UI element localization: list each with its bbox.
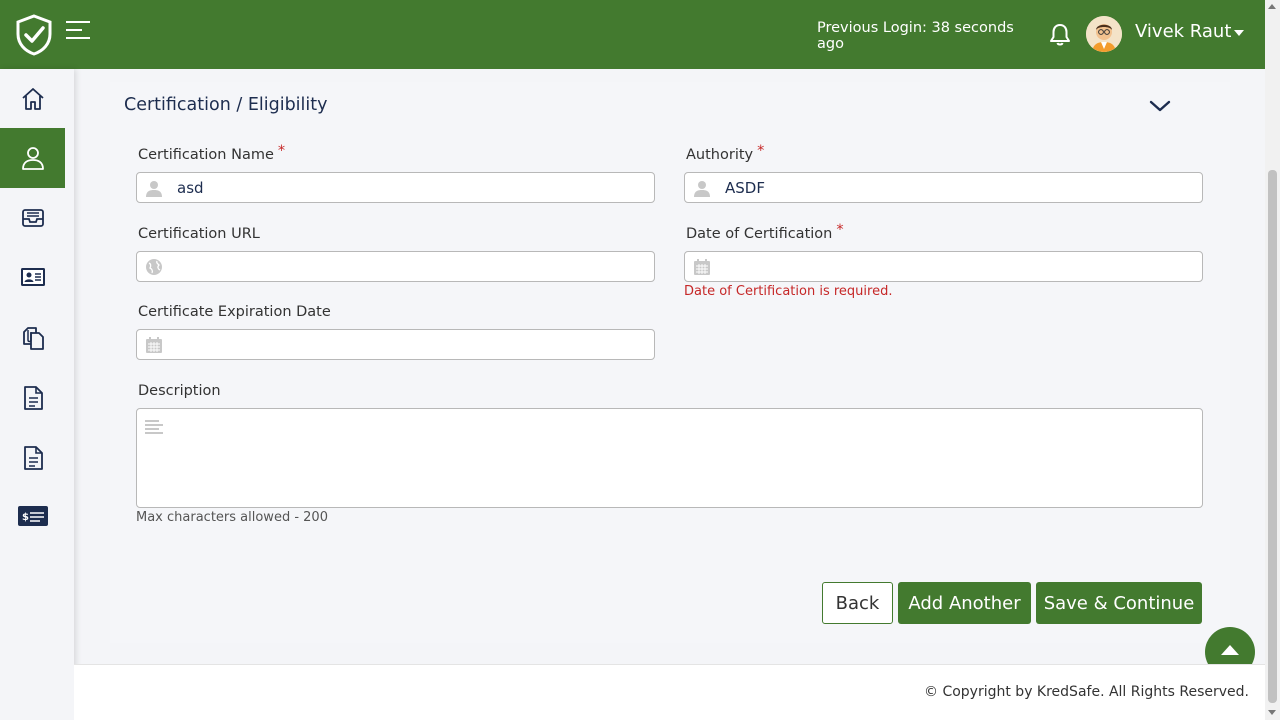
expiration-date-label-text: Certificate Expiration Date	[138, 304, 331, 320]
certification-name-label-text: Certification Name	[138, 147, 274, 163]
required-marker: *	[277, 143, 286, 159]
certification-name-field[interactable]: asd	[136, 172, 655, 203]
user-icon	[21, 147, 44, 170]
sidebar: $	[0, 69, 74, 720]
document-icon	[23, 446, 43, 470]
documents-icon	[22, 327, 44, 350]
card-body	[110, 82, 1230, 643]
certification-url-label: Certification URL	[138, 226, 260, 242]
sidebar-item-profile[interactable]	[0, 128, 65, 188]
chevron-down-icon[interactable]	[1148, 97, 1172, 115]
sidebar-item-documents[interactable]	[0, 308, 65, 368]
sidebar-item-id-card[interactable]	[0, 247, 65, 307]
description-hint: Max characters allowed - 200	[136, 510, 328, 525]
scroll-down-arrow-icon[interactable]	[1268, 710, 1276, 715]
page-scrollbar[interactable]	[1265, 0, 1280, 720]
sidebar-item-payment[interactable]: $	[0, 486, 65, 546]
user-field-icon	[146, 181, 162, 197]
authority-field[interactable]: ASDF	[684, 172, 1203, 203]
previous-login-text: Previous Login: 38 seconds ago	[817, 20, 1014, 52]
certification-url-label-text: Certification URL	[138, 226, 260, 242]
user-menu-caret-icon[interactable]	[1234, 30, 1244, 36]
expiration-date-field[interactable]	[136, 329, 655, 360]
certification-card: Certification / Eligibility	[110, 82, 1230, 643]
date-of-certification-label: Date of Certification *	[686, 222, 844, 242]
calendar-icon	[146, 337, 162, 353]
authority-value: ASDF	[725, 179, 765, 197]
menu-toggle-icon[interactable]	[64, 19, 92, 41]
description-label: Description	[138, 383, 221, 399]
svg-text:$: $	[22, 512, 29, 523]
id-card-icon	[20, 268, 45, 286]
certification-url-field[interactable]	[136, 251, 655, 282]
home-icon	[21, 88, 44, 110]
date-of-certification-field[interactable]	[684, 251, 1203, 282]
required-marker: *	[757, 143, 765, 159]
scrollbar-thumb[interactable]	[1268, 170, 1277, 703]
document-icon	[23, 386, 43, 410]
globe-icon	[146, 259, 162, 275]
certification-name-value: asd	[177, 179, 204, 197]
expiration-date-label: Certificate Expiration Date	[138, 304, 331, 320]
avatar[interactable]	[1086, 16, 1122, 52]
save-continue-button[interactable]: Save & Continue	[1036, 582, 1202, 624]
top-bar: Previous Login: 38 seconds ago Vivek Rau…	[0, 0, 1265, 69]
back-button[interactable]: Back	[822, 582, 893, 624]
user-name[interactable]: Vivek Raut	[1135, 21, 1231, 42]
certification-name-label: Certification Name *	[138, 143, 285, 163]
align-left-icon	[145, 420, 163, 434]
date-of-certification-label-text: Date of Certification	[686, 226, 833, 242]
section-title: Certification / Eligibility	[124, 95, 328, 115]
inbox-tray-icon	[21, 209, 44, 227]
authority-label-text: Authority	[686, 147, 754, 163]
authority-label: Authority *	[686, 143, 764, 163]
shield-check-logo-icon	[16, 14, 52, 56]
user-field-icon	[694, 181, 710, 197]
required-marker: *	[836, 222, 844, 238]
description-label-text: Description	[138, 383, 221, 399]
calendar-icon	[694, 259, 710, 275]
sidebar-item-home[interactable]	[0, 69, 65, 129]
copyright-text: © Copyright by KredSafe. All Rights Rese…	[924, 684, 1249, 700]
avatar-person-icon	[1086, 16, 1122, 52]
payment-card-icon: $	[17, 506, 48, 526]
date-of-certification-error: Date of Certification is required.	[684, 284, 893, 299]
sidebar-item-document-1[interactable]	[0, 368, 65, 428]
sidebar-item-document-2[interactable]	[0, 428, 65, 488]
sidebar-item-inbox[interactable]	[0, 188, 65, 248]
add-another-button[interactable]: Add Another	[898, 582, 1031, 624]
description-textarea[interactable]	[136, 408, 1203, 508]
footer: © Copyright by KredSafe. All Rights Rese…	[74, 664, 1265, 720]
notification-bell-icon[interactable]	[1047, 22, 1073, 48]
scroll-up-arrow-icon[interactable]	[1268, 4, 1276, 9]
